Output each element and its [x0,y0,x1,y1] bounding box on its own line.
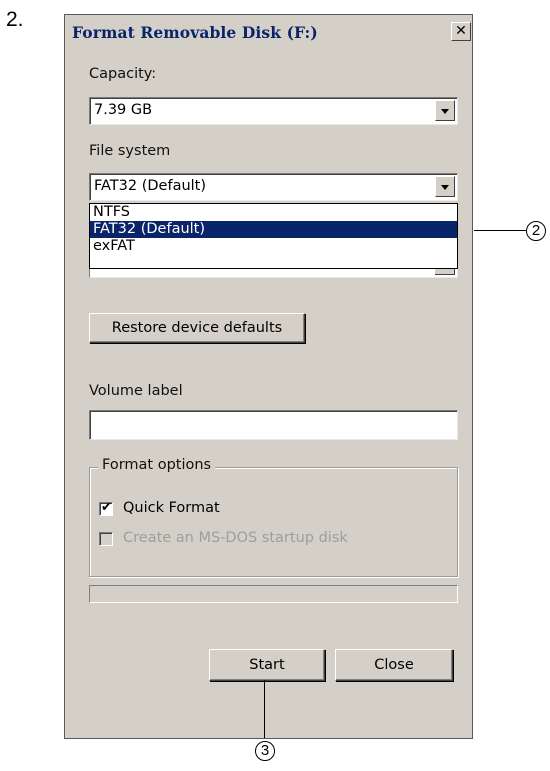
dropdown-option-ntfs[interactable]: NTFS [90,204,457,221]
quick-format-label[interactable]: Quick Format [123,500,220,516]
callout-3-marker: 3 [255,741,275,761]
restore-defaults-button[interactable]: Restore device defaults [89,313,305,343]
volume-label-input[interactable] [89,410,458,440]
close-icon: ✕ [455,23,467,39]
file-system-label: File system [89,143,171,159]
format-options-group: Format options ✔ Quick Format Create an … [89,457,458,577]
file-system-value: FAT32 (Default) [94,178,207,194]
format-dialog: Format Removable Disk (F:) ✕ Capacity: 7… [64,14,473,739]
volume-label-label: Volume label [89,383,183,399]
format-progress-bar [89,585,458,603]
capacity-select[interactable]: 7.39 GB [89,97,458,125]
dropdown-option-exfat[interactable]: exFAT [90,238,457,255]
chevron-down-icon [441,109,449,114]
dropdown-option-fat32[interactable]: FAT32 (Default) [90,221,457,238]
step-number: 2. [6,8,24,31]
file-system-select[interactable]: FAT32 (Default) [89,173,458,201]
callout-2-line [474,230,528,231]
allocation-select-partial [89,269,458,278]
close-button[interactable]: Close [335,649,453,681]
checkmark-icon: ✔ [101,500,112,515]
chevron-down-icon [441,185,449,190]
quick-format-checkbox[interactable]: ✔ [99,500,113,516]
file-system-dropdown-list: NTFS FAT32 (Default) exFAT [89,203,458,269]
close-window-button[interactable]: ✕ [451,22,471,41]
callout-3-line [264,680,265,738]
start-button[interactable]: Start [209,649,325,681]
capacity-label: Capacity: [89,66,157,82]
allocation-dropdown-button-partial [435,269,455,275]
title-bar: Format Removable Disk (F:) ✕ [65,15,472,51]
dialog-title: Format Removable Disk (F:) [72,23,318,42]
capacity-dropdown-button[interactable] [435,100,455,121]
callout-2-marker: 2 [526,221,546,241]
file-system-dropdown-button[interactable] [435,176,455,197]
capacity-value: 7.39 GB [94,102,153,118]
format-options-legend: Format options [98,457,216,473]
msdos-startup-checkbox[interactable] [99,532,113,546]
msdos-startup-label: Create an MS-DOS startup disk [123,530,348,546]
